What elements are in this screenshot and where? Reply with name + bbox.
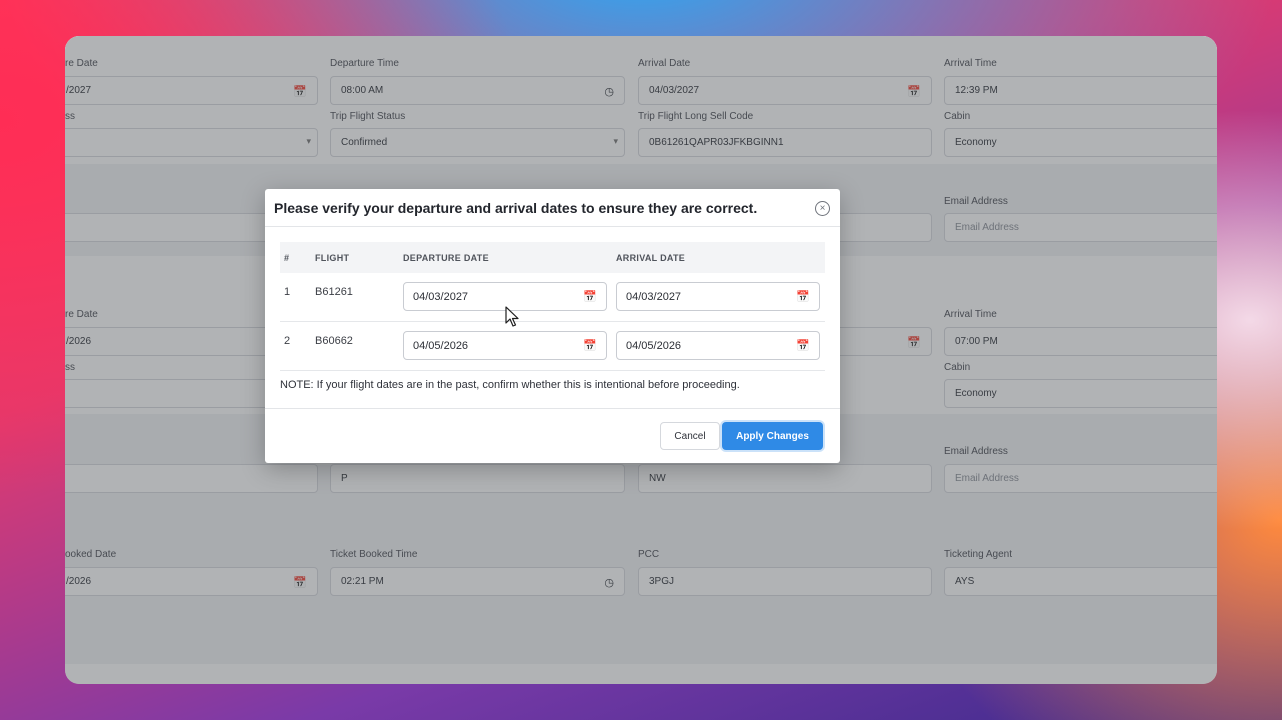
col-departure-date: DEPARTURE DATE — [403, 253, 489, 263]
calendar-icon[interactable]: 📅 — [583, 290, 597, 303]
calendar-icon[interactable]: 📅 — [796, 290, 810, 303]
modal-title: Please verify your departure and arrival… — [274, 199, 758, 216]
table-row: 1 B61261 04/03/2027 📅 04/03/2027 📅 — [280, 273, 825, 322]
arrival-date-input[interactable]: 04/03/2027 📅 — [616, 282, 820, 311]
modal-header: Please verify your departure and arrival… — [265, 189, 840, 227]
arrival-date-value: 04/03/2027 — [626, 290, 682, 303]
arrival-date-input[interactable]: 04/05/2026 📅 — [616, 331, 820, 360]
col-flight: FLIGHT — [315, 253, 350, 263]
apply-changes-button[interactable]: Apply Changes — [722, 422, 823, 450]
calendar-icon[interactable]: 📅 — [796, 339, 810, 352]
cancel-button[interactable]: Cancel — [660, 422, 720, 450]
verify-dates-modal: Please verify your departure and arrival… — [265, 189, 840, 463]
table-header: # FLIGHT DEPARTURE DATE ARRIVAL DATE — [280, 242, 825, 273]
flight-dates-table: # FLIGHT DEPARTURE DATE ARRIVAL DATE 1 B… — [280, 242, 825, 371]
close-icon[interactable]: × — [815, 201, 830, 216]
footer-divider — [265, 408, 840, 409]
flight-number: B61261 — [315, 286, 353, 298]
flight-number: B60662 — [315, 335, 353, 347]
mouse-pointer-icon — [505, 306, 519, 327]
arrival-date-value: 04/05/2026 — [626, 339, 682, 352]
col-number: # — [284, 253, 290, 263]
col-arrival-date: ARRIVAL DATE — [616, 253, 686, 263]
departure-date-input[interactable]: 04/05/2026 📅 — [403, 331, 607, 360]
past-dates-note: NOTE: If your flight dates are in the pa… — [280, 379, 740, 391]
row-number: 2 — [284, 335, 291, 347]
departure-date-value: 04/03/2027 — [413, 290, 469, 303]
calendar-icon[interactable]: 📅 — [583, 339, 597, 352]
table-row: 2 B60662 04/05/2026 📅 04/05/2026 📅 — [280, 322, 825, 371]
row-number: 1 — [284, 286, 291, 298]
departure-date-value: 04/05/2026 — [413, 339, 469, 352]
